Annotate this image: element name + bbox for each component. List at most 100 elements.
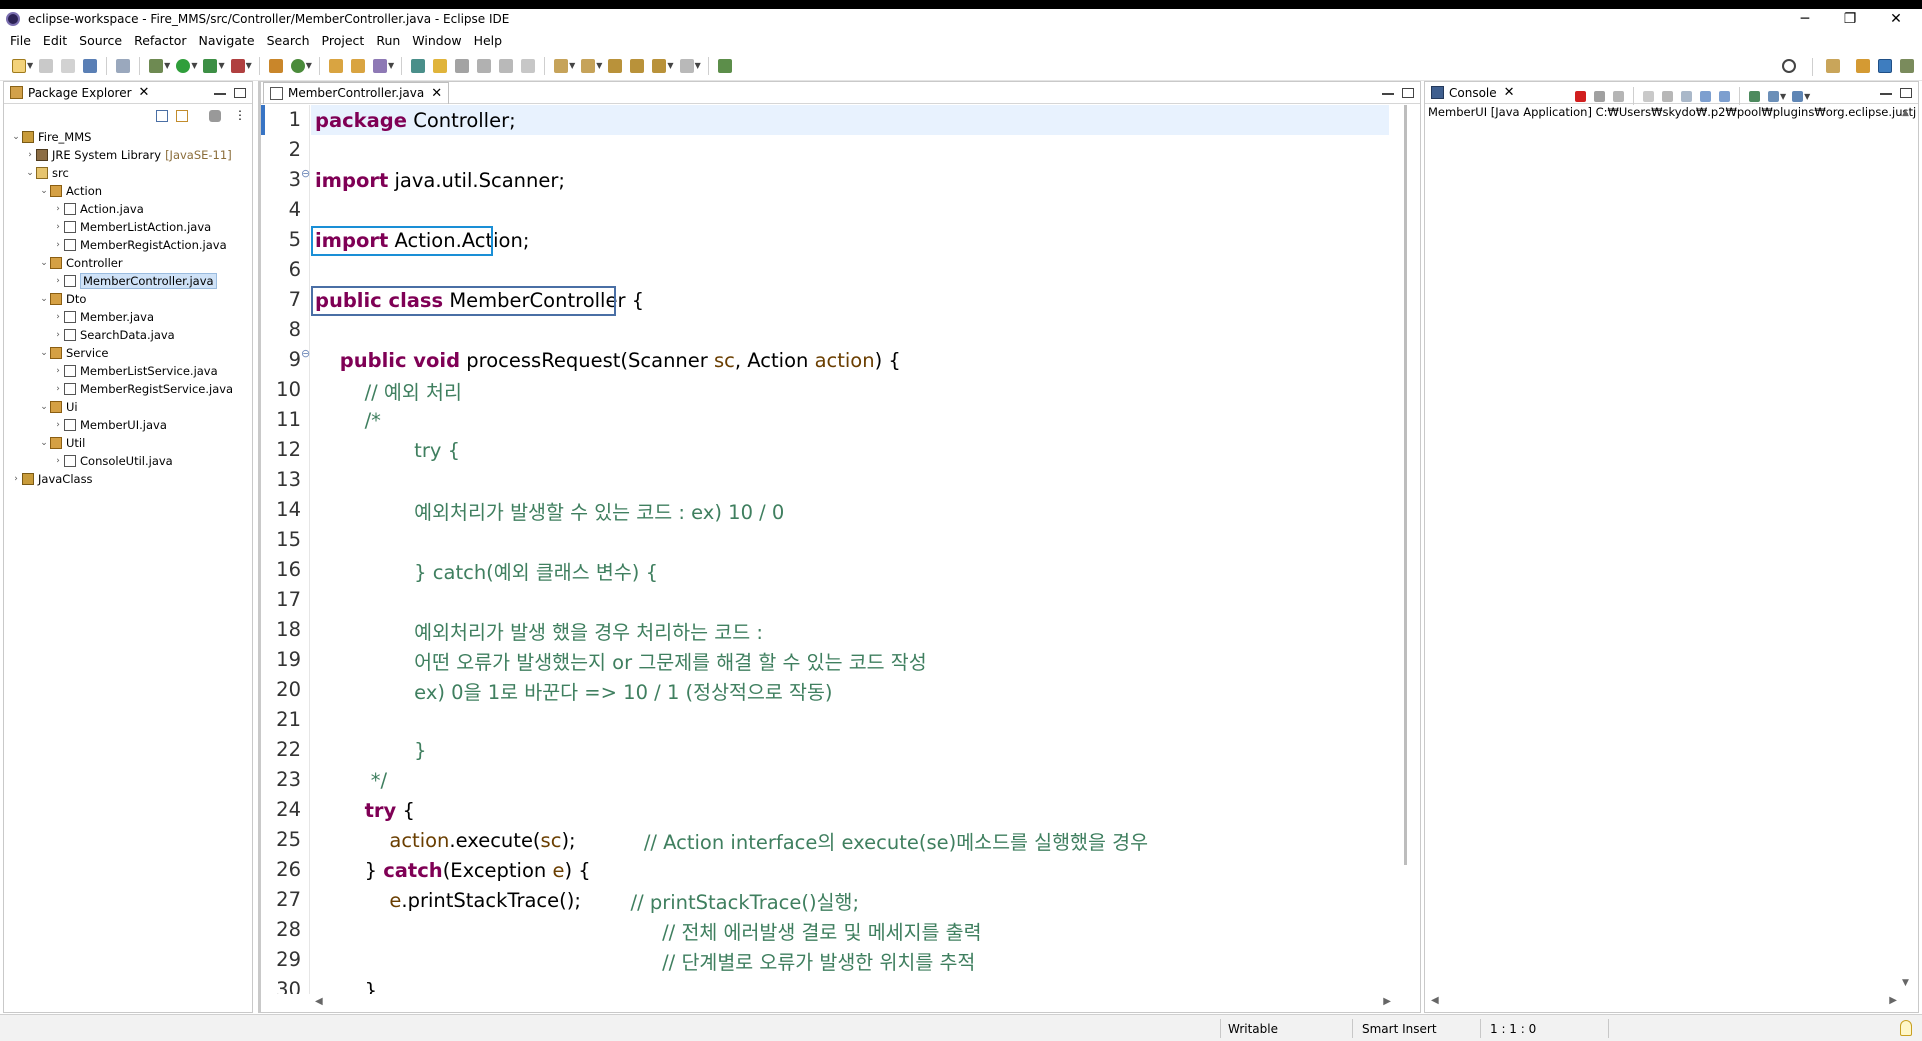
code-line[interactable]: } catch (Exception e) { xyxy=(315,855,591,885)
new-class-dropdown-icon[interactable]: ▼ xyxy=(306,61,312,70)
toggle-highlight-icon[interactable] xyxy=(433,58,448,73)
code-line[interactable]: */ xyxy=(315,765,387,795)
menu-project[interactable]: Project xyxy=(316,33,371,48)
last-edit-location-icon[interactable] xyxy=(608,58,623,73)
close-window-button[interactable]: ✕ xyxy=(1873,9,1919,29)
editor-horizontal-scrollbar[interactable]: ◀ ▶ xyxy=(311,994,1395,1012)
package-explorer-tab[interactable]: Package Explorer ✕ xyxy=(4,82,155,104)
open-console-dropdown-icon[interactable]: ▼ xyxy=(1804,92,1810,101)
search-tool-icon[interactable] xyxy=(372,58,387,73)
scroll-right-icon[interactable]: ▶ xyxy=(1383,996,1391,1007)
open-terminal-icon[interactable] xyxy=(83,58,98,73)
back-icon[interactable] xyxy=(630,58,645,73)
collapsed-arrow-icon[interactable]: › xyxy=(10,474,22,484)
tree-item[interactable]: › Action.java xyxy=(4,200,252,218)
code-line[interactable]: // 예외 처리 xyxy=(315,375,462,405)
menu-refactor[interactable]: Refactor xyxy=(128,33,192,48)
java-ee-perspective-icon[interactable] xyxy=(1856,59,1870,73)
menu-edit[interactable]: Edit xyxy=(37,33,73,48)
status-insert-mode[interactable]: Smart Insert xyxy=(1362,1015,1437,1041)
tree-item[interactable]: › Member.java xyxy=(4,308,252,326)
collapsed-arrow-icon[interactable]: › xyxy=(52,204,64,214)
forward-dropdown-icon[interactable]: ▼ xyxy=(695,61,701,70)
close-console-icon[interactable]: ✕ xyxy=(1504,85,1515,100)
tree-item[interactable]: ⌄ Dto xyxy=(4,290,252,308)
menu-window[interactable]: Window xyxy=(406,33,467,48)
code-line[interactable]: /* xyxy=(315,405,381,435)
console-tab[interactable]: Console ✕ xyxy=(1425,82,1521,104)
collapsed-arrow-icon[interactable]: › xyxy=(52,366,64,376)
tree-item[interactable]: ⌄ Fire_MMS xyxy=(4,128,252,146)
minimize-editor-icon[interactable] xyxy=(1382,92,1394,95)
close-editor-tab-icon[interactable]: ✕ xyxy=(431,86,442,101)
coverage-icon[interactable] xyxy=(203,58,218,73)
debug-perspective-icon[interactable] xyxy=(1900,59,1914,73)
console-scroll-down-icon[interactable]: ▼ xyxy=(1902,978,1909,988)
expanded-arrow-icon[interactable]: ⌄ xyxy=(38,294,50,304)
console-vertical-scrollbar[interactable]: ▲ ▼ xyxy=(1900,108,1914,988)
show-on-stderr-icon[interactable] xyxy=(1719,90,1730,102)
debug-icon[interactable] xyxy=(149,58,164,73)
restore-button[interactable]: ❐ xyxy=(1827,9,1873,29)
filters-icon[interactable] xyxy=(209,110,221,122)
collapsed-arrow-icon[interactable]: › xyxy=(52,222,64,232)
tree-item[interactable]: ⌄ Util xyxy=(4,434,252,452)
next-annotation-icon[interactable] xyxy=(554,58,569,73)
code-line[interactable]: import java.util.Scanner; xyxy=(315,165,565,195)
code-line[interactable]: ex) 0을 1로 바꾼다 => 10 / 1 (정상적으로 작동) xyxy=(315,675,832,705)
collapsed-arrow-icon[interactable]: › xyxy=(52,240,64,250)
maximize-view-icon[interactable] xyxy=(234,88,246,98)
pin-editor-icon[interactable] xyxy=(717,58,732,73)
show-whitespace-icon[interactable] xyxy=(477,58,492,73)
menu-file[interactable]: File xyxy=(4,33,37,48)
new-icon[interactable] xyxy=(12,58,26,73)
menu-navigate[interactable]: Navigate xyxy=(193,33,261,48)
tree-item[interactable]: › MemberController.java xyxy=(4,272,252,290)
paragraph-icon[interactable] xyxy=(521,58,536,73)
tree-item[interactable]: › MemberUI.java xyxy=(4,416,252,434)
close-package-explorer-icon[interactable]: ✕ xyxy=(139,85,150,100)
open-console-icon[interactable] xyxy=(1792,90,1804,102)
lightbulb-icon[interactable] xyxy=(1900,1020,1912,1036)
console-horizontal-scrollbar[interactable]: ◀ ▶ xyxy=(1429,994,1899,1010)
tree-item[interactable]: › JRE System Library [JavaSE-11] xyxy=(4,146,252,164)
java-perspective-icon[interactable] xyxy=(1878,59,1892,73)
tree-item[interactable]: › MemberRegistService.java xyxy=(4,380,252,398)
code-editor[interactable]: 1 package Controller; 2 3 ⊖ import java.util.… xyxy=(261,105,1389,994)
open-perspective-icon[interactable] xyxy=(1826,59,1840,73)
pin-console-icon[interactable] xyxy=(1749,90,1760,102)
debug-dropdown-icon[interactable]: ▼ xyxy=(164,61,170,70)
remove-launch-icon[interactable] xyxy=(1594,90,1605,102)
save-icon[interactable] xyxy=(39,58,54,73)
collapsed-arrow-icon[interactable]: › xyxy=(52,276,64,286)
console-scroll-up-icon[interactable]: ▲ xyxy=(1902,108,1909,118)
collapsed-arrow-icon[interactable]: › xyxy=(52,330,64,340)
code-line[interactable]: action .execute(sc); // Action interface의… xyxy=(315,825,1148,855)
collapsed-arrow-icon[interactable]: › xyxy=(52,384,64,394)
new-java-package-icon[interactable] xyxy=(268,58,283,73)
code-line[interactable]: public void processRequest(Scanner sc, A… xyxy=(315,345,901,375)
code-line[interactable]: 예외처리가 발생 했을 경우 처리하는 코드 : xyxy=(315,615,763,645)
previous-annotation-icon[interactable] xyxy=(581,58,596,73)
open-task-icon[interactable] xyxy=(350,58,365,73)
tree-item[interactable]: ⌄ Action xyxy=(4,182,252,200)
terminate-icon[interactable] xyxy=(1575,90,1586,102)
next-annotation-dropdown-icon[interactable]: ▼ xyxy=(569,61,575,70)
expanded-arrow-icon[interactable]: ⌄ xyxy=(38,258,50,268)
external-tools-dropdown-icon[interactable]: ▼ xyxy=(246,61,252,70)
collapsed-arrow-icon[interactable]: › xyxy=(52,312,64,322)
expanded-arrow-icon[interactable]: ⌄ xyxy=(38,438,50,448)
minimize-view-icon[interactable] xyxy=(214,92,226,95)
scroll-lock-icon[interactable] xyxy=(1662,90,1673,102)
show-on-stdout-icon[interactable] xyxy=(1700,90,1711,102)
code-line[interactable]: // 전체 에러발생 결로 및 메세지를 출력 xyxy=(315,915,981,945)
tree-item[interactable]: ⌄ Ui xyxy=(4,398,252,416)
display-console-dropdown-icon[interactable]: ▼ xyxy=(1780,92,1786,101)
scroll-left-icon[interactable]: ◀ xyxy=(315,996,323,1007)
code-line[interactable]: } catch(예외 클래스 변수) { xyxy=(315,555,658,585)
external-tools-icon[interactable] xyxy=(230,58,245,73)
menu-source[interactable]: Source xyxy=(73,33,128,48)
code-line[interactable]: package Controller; xyxy=(315,105,516,135)
back-history-icon[interactable] xyxy=(652,58,667,73)
menu-run[interactable]: Run xyxy=(370,33,406,48)
